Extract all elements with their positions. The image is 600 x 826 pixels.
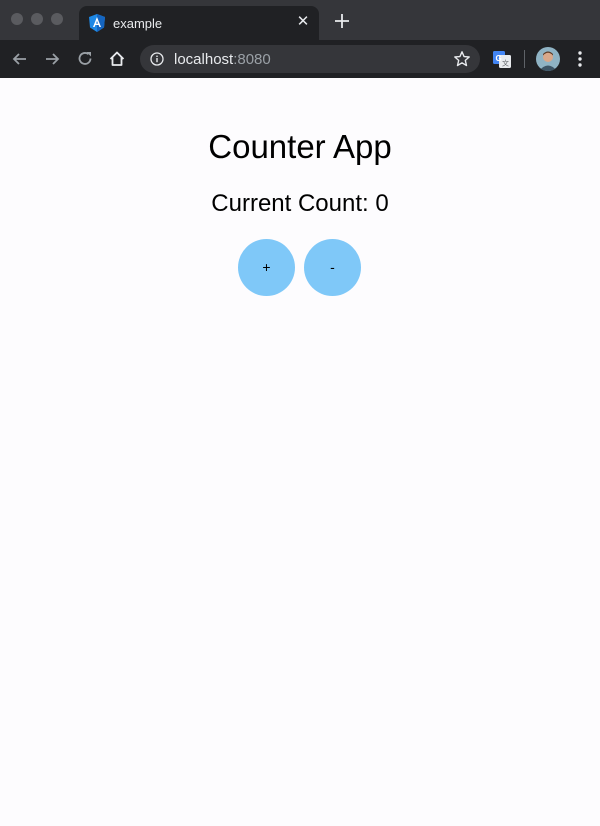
increment-button[interactable]: + [238, 239, 295, 296]
browser-titlebar: example ✕ [0, 0, 600, 40]
profile-avatar[interactable] [536, 47, 560, 71]
bookmark-star-icon[interactable] [453, 50, 471, 68]
google-translate-icon[interactable]: G 文 [492, 49, 512, 69]
url-port: :8080 [233, 51, 271, 68]
back-arrow-icon[interactable] [10, 49, 30, 69]
window-zoom-dot[interactable] [51, 13, 63, 25]
browser-toolbar: localhost:8080 G 文 [0, 40, 600, 78]
tab-close-icon[interactable]: ✕ [294, 13, 312, 31]
home-icon[interactable] [107, 49, 127, 69]
tab-title: example [113, 16, 163, 31]
window-minimize-dot[interactable] [31, 13, 43, 25]
count-label: Current Count: [211, 190, 369, 217]
window-close-dot[interactable] [11, 13, 23, 25]
browser-tab[interactable]: example ✕ [79, 6, 319, 40]
app-title: Counter App [208, 128, 392, 165]
info-icon[interactable] [150, 52, 164, 66]
url-host: localhost [174, 51, 234, 68]
angular-logo-icon [89, 14, 105, 32]
current-count: Current Count: 0 [0, 190, 600, 218]
toolbar-separator [524, 50, 525, 68]
reload-icon[interactable] [75, 49, 95, 69]
page-content: Counter App Current Count: 0 + - [0, 78, 600, 826]
more-menu-icon[interactable] [570, 49, 590, 69]
decrement-button[interactable]: - [304, 239, 361, 296]
svg-text:文: 文 [502, 59, 509, 68]
forward-arrow-icon[interactable] [42, 49, 62, 69]
url-text[interactable]: localhost:8080 [174, 51, 271, 68]
svg-text:G: G [496, 54, 502, 63]
profile-avatar-icon [536, 47, 560, 71]
address-bar[interactable]: localhost:8080 [140, 45, 480, 73]
new-tab-icon[interactable] [332, 11, 352, 31]
count-value: 0 [375, 190, 389, 217]
